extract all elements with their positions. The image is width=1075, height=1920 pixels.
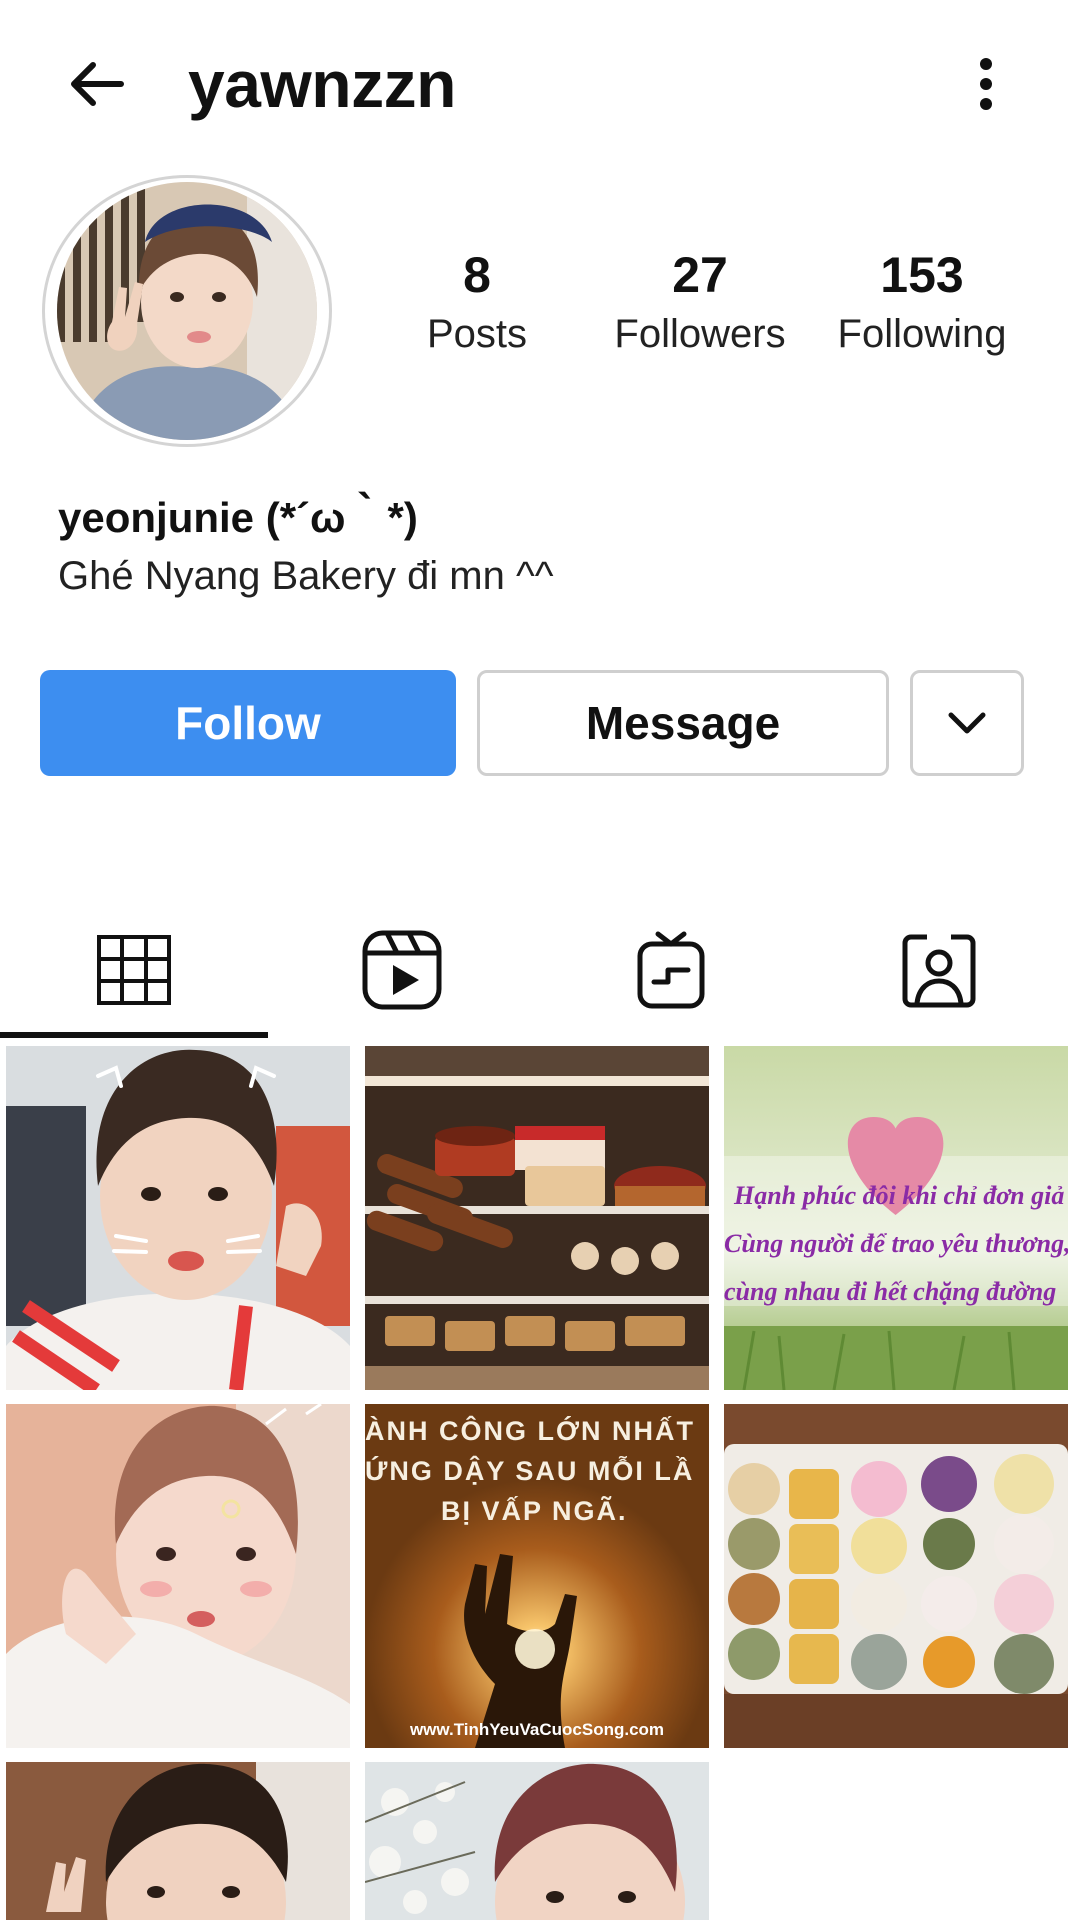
post-quote-line: ÀNH CÔNG LỚN NHẤT bbox=[365, 1416, 696, 1446]
profile-avatar[interactable] bbox=[42, 175, 332, 447]
arrow-left-icon bbox=[71, 62, 124, 106]
profile-bio: Ghé Nyang Bakery đi mn ^^ bbox=[58, 554, 554, 598]
post-thumbnail[interactable]: ÀNH CÔNG LỚN NHẤT ỨNG DẬY SAU MỖI LẦ BỊ … bbox=[365, 1404, 709, 1748]
chevron-down-icon bbox=[948, 712, 986, 734]
post-caption-line: cùng nhau đi hết chặng đường bbox=[724, 1277, 1057, 1306]
active-tab-indicator bbox=[0, 1032, 268, 1038]
tab-igtv[interactable] bbox=[537, 905, 805, 1035]
suggested-dropdown-button[interactable] bbox=[910, 670, 1024, 776]
tab-reels[interactable] bbox=[268, 905, 536, 1035]
profile-full-name: yeonjunie (*´ω｀*) bbox=[58, 494, 418, 541]
following-label: Following bbox=[837, 312, 1007, 356]
profile-screen: yawnzzn 8 Posts 27 Followers 153 Followi… bbox=[0, 0, 1075, 1920]
post-quote-line: ỨNG DẬY SAU MỖI LẦ bbox=[365, 1456, 695, 1486]
post-watermark-url: www.TinhYeuVaCuocSong.com bbox=[409, 1720, 665, 1739]
profile-username: yawnzzn bbox=[188, 47, 456, 121]
igtv-icon bbox=[637, 931, 705, 1009]
more-options-button[interactable] bbox=[962, 52, 1010, 116]
post-thumbnail[interactable] bbox=[6, 1046, 350, 1390]
post-caption-line: Cùng người để trao yêu thương, bbox=[724, 1229, 1068, 1258]
back-button[interactable] bbox=[64, 52, 128, 116]
grid-icon bbox=[97, 935, 171, 1005]
follow-button[interactable]: Follow bbox=[40, 670, 456, 776]
post-thumbnail[interactable]: Hạnh phúc đôi khi chỉ đơn giả Cùng người… bbox=[724, 1046, 1068, 1390]
more-vertical-icon bbox=[980, 58, 992, 110]
tab-tagged[interactable] bbox=[805, 905, 1073, 1035]
reels-icon bbox=[362, 930, 442, 1010]
avatar-photo bbox=[57, 182, 317, 440]
posts-count: 8 bbox=[463, 247, 491, 303]
tab-posts-grid[interactable] bbox=[0, 905, 268, 1035]
post-thumbnail[interactable] bbox=[6, 1762, 350, 1920]
posts-label: Posts bbox=[426, 312, 528, 356]
post-thumbnail[interactable] bbox=[365, 1762, 709, 1920]
post-thumbnail[interactable] bbox=[724, 1404, 1068, 1748]
post-quote-line: BỊ VẤP NGÃ. bbox=[441, 1496, 628, 1526]
post-caption-line: Hạnh phúc đôi khi chỉ đơn giả bbox=[734, 1181, 1065, 1210]
stat-following[interactable]: 153 Following bbox=[817, 245, 1027, 363]
followers-count: 27 bbox=[672, 247, 728, 303]
post-thumbnail[interactable] bbox=[6, 1404, 350, 1748]
post-thumbnail[interactable] bbox=[365, 1046, 709, 1390]
stat-posts[interactable]: 8 Posts bbox=[372, 245, 582, 363]
tagged-icon bbox=[902, 933, 976, 1008]
following-count: 153 bbox=[880, 247, 964, 303]
stat-followers[interactable]: 27 Followers bbox=[595, 245, 805, 363]
followers-label: Followers bbox=[614, 312, 786, 356]
message-button[interactable]: Message bbox=[477, 670, 889, 776]
